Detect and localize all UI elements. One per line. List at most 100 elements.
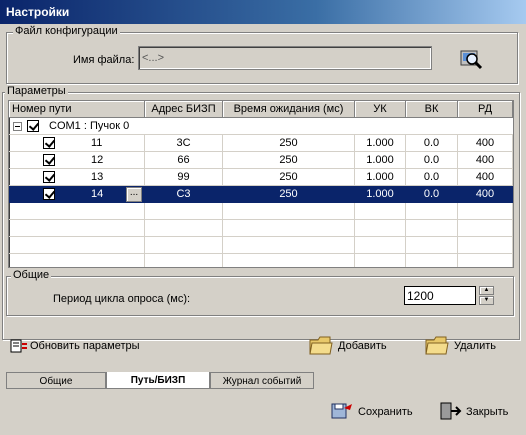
empty-cell	[9, 254, 145, 267]
col-header-vk[interactable]: ВК	[406, 101, 458, 118]
collapse-icon[interactable]	[13, 122, 22, 131]
ellipsis-button[interactable]: ...	[126, 187, 142, 202]
col-header-uk[interactable]: УК	[355, 101, 406, 118]
path-number: 13	[91, 171, 104, 183]
address-cell[interactable]: 66	[145, 152, 223, 169]
timeout-cell[interactable]: 250	[223, 152, 355, 169]
group-checkbox[interactable]	[27, 120, 39, 132]
path-number: 12	[91, 154, 104, 166]
tab-strip: Общие Путь/БИЗП Журнал событий	[6, 372, 520, 390]
empty-cell	[406, 237, 458, 254]
save-label: Сохранить	[358, 406, 413, 418]
uk-cell[interactable]: 1.000	[355, 135, 406, 152]
vk-cell[interactable]: 0.0	[406, 186, 458, 203]
vk-cell[interactable]: 0.0	[406, 169, 458, 186]
browse-file-button[interactable]	[457, 45, 485, 73]
empty-row	[9, 237, 513, 254]
rd-cell[interactable]: 400	[458, 169, 513, 186]
save-button[interactable]: Сохранить	[330, 400, 420, 426]
col-header-rd[interactable]: РД	[458, 101, 513, 118]
rd-cell[interactable]: 400	[458, 135, 513, 152]
tree-group-cell: COM1 : Пучок 0	[9, 118, 513, 135]
path-cell[interactable]: 11	[9, 135, 145, 152]
path-number: 14	[91, 188, 104, 200]
empty-cell	[223, 237, 355, 254]
close-button[interactable]: Закрыть	[438, 400, 518, 426]
delete-button[interactable]: Удалить	[424, 330, 514, 360]
group-label: COM1 : Пучок 0	[49, 120, 130, 132]
timeout-cell[interactable]: 250	[223, 135, 355, 152]
address-cell[interactable]: 99	[145, 169, 223, 186]
delete-label: Удалить	[454, 340, 496, 352]
common-legend: Общие	[11, 269, 52, 281]
empty-cell	[406, 220, 458, 237]
poll-period-label: Период цикла опроса (мс):	[53, 293, 191, 305]
add-button[interactable]: Добавить	[308, 330, 398, 360]
path-cell[interactable]: 14 ...	[9, 186, 145, 203]
empty-cell	[458, 254, 513, 267]
parameters-legend: Параметры	[5, 85, 68, 97]
empty-cell	[406, 254, 458, 267]
empty-cell	[223, 220, 355, 237]
table-row[interactable]: 12 66 250 1.000 0.0 400	[9, 152, 513, 169]
tree-group-row[interactable]: COM1 : Пучок 0	[9, 118, 513, 135]
table-row[interactable]: 13 99 250 1.000 0.0 400	[9, 169, 513, 186]
row-checkbox[interactable]	[43, 154, 55, 166]
paths-grid[interactable]: Номер пути Адрес БИЗП Время ожидания (мс…	[8, 100, 514, 268]
path-number: 11	[91, 137, 103, 149]
close-door-icon	[440, 402, 462, 420]
empty-cell	[9, 203, 145, 220]
poll-period-input[interactable]: 1200	[404, 286, 476, 305]
empty-cell	[223, 203, 355, 220]
row-checkbox[interactable]	[43, 137, 55, 149]
vk-cell[interactable]: 0.0	[406, 135, 458, 152]
folder-delete-icon	[425, 336, 449, 355]
folder-search-icon	[460, 50, 483, 70]
row-checkbox[interactable]	[43, 171, 55, 183]
path-cell[interactable]: 13	[9, 169, 145, 186]
col-header-address[interactable]: Адрес БИЗП	[145, 101, 223, 118]
empty-row	[9, 220, 513, 237]
spin-up-button[interactable]: ▲	[479, 286, 494, 295]
tab-general[interactable]: Общие	[6, 372, 106, 389]
empty-row	[9, 254, 513, 267]
table-row[interactable]: 11 3C 250 1.000 0.0 400	[9, 135, 513, 152]
col-header-timeout[interactable]: Время ожидания (мс)	[223, 101, 355, 118]
empty-cell	[9, 237, 145, 254]
refresh-params-button[interactable]: Обновить параметры	[10, 338, 150, 356]
window-title: Настройки	[0, 0, 526, 24]
address-cell[interactable]: 3C	[145, 135, 223, 152]
rd-cell[interactable]: 400	[458, 152, 513, 169]
empty-cell	[145, 254, 223, 267]
path-cell[interactable]: 12	[9, 152, 145, 169]
table-row-selected[interactable]: 14 ... C3 250 1.000 0.0 400	[9, 186, 513, 203]
tab-event-log[interactable]: Журнал событий	[210, 372, 314, 389]
uk-cell[interactable]: 1.000	[355, 152, 406, 169]
config-file-legend: Файл конфигурации	[13, 25, 120, 37]
empty-cell	[458, 237, 513, 254]
empty-cell	[355, 220, 406, 237]
rd-cell[interactable]: 400	[458, 186, 513, 203]
spin-down-button[interactable]: ▼	[479, 296, 494, 305]
empty-cell	[9, 220, 145, 237]
timeout-cell[interactable]: 250	[223, 186, 355, 203]
save-icon	[331, 403, 352, 419]
empty-cell	[223, 254, 355, 267]
tab-path-bizp[interactable]: Путь/БИЗП	[106, 372, 210, 389]
vk-cell[interactable]: 0.0	[406, 152, 458, 169]
col-header-path[interactable]: Номер пути	[9, 101, 145, 118]
empty-row	[9, 203, 513, 220]
file-name-label: Имя файла:	[73, 54, 135, 66]
refresh-params-label: Обновить параметры	[30, 340, 140, 352]
refresh-params-icon	[10, 339, 27, 353]
uk-cell[interactable]: 1.000	[355, 186, 406, 203]
timeout-cell[interactable]: 250	[223, 169, 355, 186]
uk-cell[interactable]: 1.000	[355, 169, 406, 186]
empty-cell	[458, 203, 513, 220]
empty-cell	[406, 203, 458, 220]
row-checkbox[interactable]	[43, 188, 55, 200]
empty-cell	[355, 237, 406, 254]
file-name-field[interactable]: <...>	[138, 46, 432, 70]
empty-cell	[355, 254, 406, 267]
address-cell[interactable]: C3	[145, 186, 223, 203]
